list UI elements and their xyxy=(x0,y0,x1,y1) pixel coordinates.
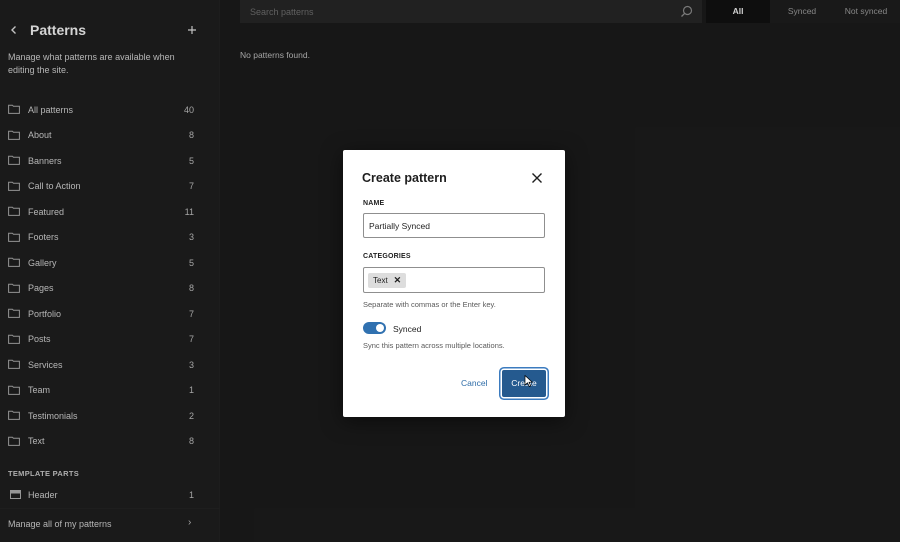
close-icon[interactable] xyxy=(529,170,545,186)
category-token-label: Text xyxy=(373,276,388,285)
name-field[interactable] xyxy=(363,213,545,238)
synced-toggle[interactable] xyxy=(363,322,386,334)
name-label: NAME xyxy=(363,200,385,207)
categories-field[interactable]: Text ✕ xyxy=(363,267,545,293)
dialog-title: Create pattern xyxy=(362,171,447,185)
toggle-knob xyxy=(376,324,384,332)
category-token: Text ✕ xyxy=(368,273,407,288)
categories-help: Separate with commas or the Enter key. xyxy=(363,300,496,309)
pointer-cursor-icon xyxy=(524,375,533,387)
synced-label: Synced xyxy=(393,324,422,334)
categories-label: CATEGORIES xyxy=(363,253,411,260)
remove-token-icon[interactable]: ✕ xyxy=(394,275,402,286)
create-pattern-dialog: Create pattern NAME CATEGORIES Text ✕ Se… xyxy=(343,150,565,417)
cancel-button[interactable]: Cancel xyxy=(461,378,487,388)
synced-help: Sync this pattern across multiple locati… xyxy=(363,341,505,350)
